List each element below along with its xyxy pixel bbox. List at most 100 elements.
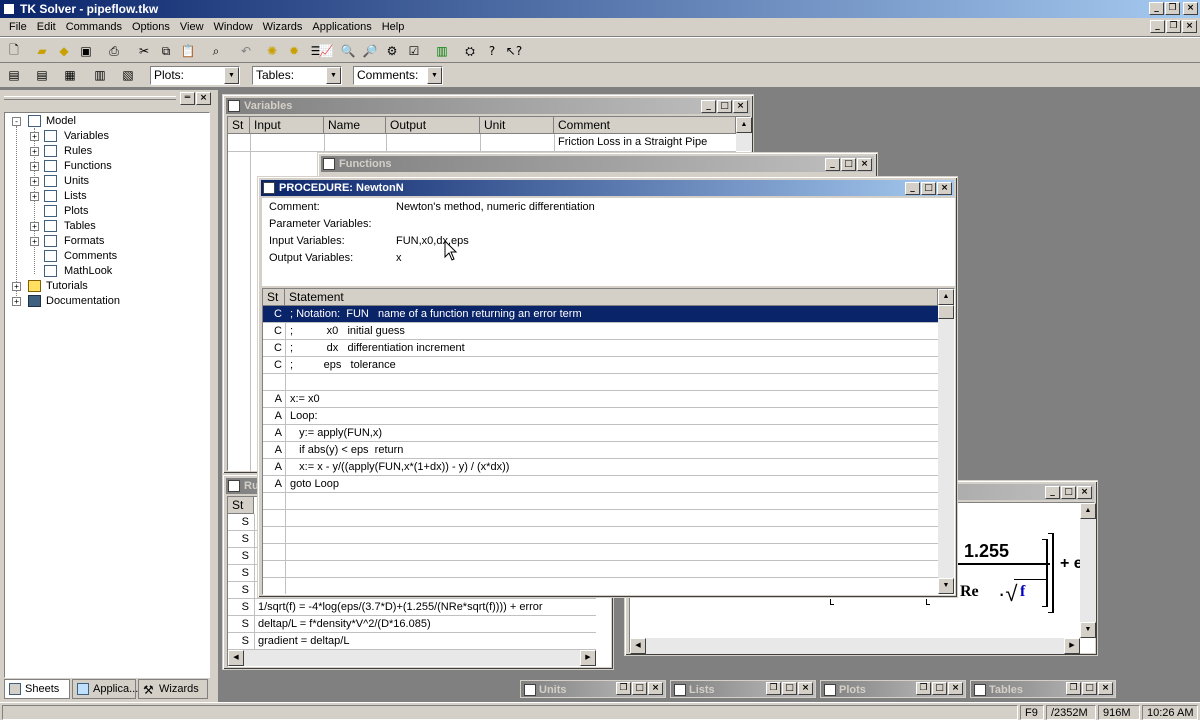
collapse-icon[interactable]: - [12, 117, 21, 126]
minimized-units-window[interactable]: Units ❐ □ × [520, 680, 666, 698]
menu-commands[interactable]: Commands [61, 18, 127, 36]
menu-edit[interactable]: Edit [32, 18, 61, 36]
menu-options[interactable]: Options [127, 18, 175, 36]
statement-text[interactable]: ; Notation: FUN name of a function retur… [290, 306, 582, 322]
scroll-down-icon[interactable]: ▼ [938, 578, 954, 594]
rules-hscrollbar[interactable]: ◀ ▶ [228, 650, 596, 666]
help-icon[interactable]: ? [482, 41, 502, 61]
output-variables-value[interactable]: x [396, 250, 402, 267]
statement-text[interactable]: x:= x - y/((apply(FUN,x*(1+dx)) - y) / (… [290, 459, 509, 475]
col-header-unit[interactable]: Unit [480, 117, 554, 134]
rule-text[interactable]: deltap/L = f*density*V^2/(D*16.085) [258, 616, 431, 632]
col-header-output[interactable]: Output [386, 117, 480, 134]
function-sheet-icon[interactable]: ▦ [60, 65, 80, 85]
expand-icon[interactable]: + [30, 132, 39, 141]
expand-icon[interactable]: + [30, 162, 39, 171]
rule-row[interactable]: Sdeltap/L = f*density*V^2/(D*16.085) [228, 616, 596, 633]
rule-text[interactable]: gradient = deltap/L [258, 633, 349, 649]
scroll-up-icon[interactable]: ▲ [1080, 503, 1096, 519]
expand-icon[interactable]: + [30, 222, 39, 231]
close-icon[interactable]: × [798, 682, 813, 695]
restore-icon[interactable]: ❐ [916, 682, 931, 695]
close-icon[interactable]: × [937, 182, 952, 195]
scroll-thumb[interactable] [938, 305, 954, 319]
maximize-icon[interactable]: □ [921, 182, 936, 195]
plots-dropdown[interactable]: Plots: ▼ [150, 66, 240, 85]
find-icon[interactable]: ⌕ [206, 41, 226, 61]
col-header-comment[interactable]: Comment [554, 117, 736, 134]
menu-wizards[interactable]: Wizards [258, 18, 308, 36]
chevron-down-icon[interactable]: ▼ [427, 67, 442, 84]
minimize-icon[interactable]: _ [701, 100, 716, 113]
examine-icon[interactable]: 🔎 [360, 41, 380, 61]
scroll-left-icon[interactable]: ◀ [630, 638, 646, 654]
mdi-close-icon[interactable]: × [1182, 20, 1197, 33]
statement-text[interactable]: ; dx differentiation increment [290, 340, 465, 356]
chart-icon[interactable]: 📈 [316, 41, 336, 61]
scroll-left-icon[interactable]: ◀ [228, 650, 244, 666]
close-icon[interactable]: × [948, 682, 963, 695]
comment-value[interactable]: Newton's method, numeric differentiation [396, 199, 595, 216]
restore-icon[interactable]: ❐ [1066, 682, 1081, 695]
col-header-statement[interactable]: Statement [285, 289, 938, 306]
statement-row[interactable]: C ; eps tolerance [263, 357, 938, 374]
expand-icon[interactable]: + [12, 282, 21, 291]
close-icon[interactable]: × [857, 158, 872, 171]
col-header-input[interactable]: Input [250, 117, 324, 134]
cut-icon[interactable]: ✂ [134, 41, 154, 61]
scroll-up-icon[interactable]: ▲ [938, 289, 954, 305]
statement-row[interactable]: C ; x0 initial guess [263, 323, 938, 340]
col-header-name[interactable]: Name [324, 117, 386, 134]
table-sheet-icon[interactable]: ▥ [90, 65, 110, 85]
pane-close-icon[interactable]: × [196, 92, 211, 105]
col-header-st[interactable]: St [263, 289, 285, 306]
maximize-icon[interactable]: □ [932, 682, 947, 695]
maximize-icon[interactable]: □ [782, 682, 797, 695]
close-icon[interactable]: × [1098, 682, 1113, 695]
menu-help[interactable]: Help [377, 18, 410, 36]
tab-sheets[interactable]: Sheets [4, 679, 70, 699]
menu-applications[interactable]: Applications [307, 18, 376, 36]
close-icon[interactable]: × [1183, 2, 1198, 15]
zoom-icon[interactable]: 🔍 [338, 41, 358, 61]
close-icon[interactable]: × [733, 100, 748, 113]
maximize-icon[interactable]: □ [717, 100, 732, 113]
maximize-icon[interactable]: □ [1061, 486, 1076, 499]
save-icon[interactable]: ▣ [76, 41, 96, 61]
statement-row[interactable]: C ; Notation: FUN name of a function retu… [263, 306, 938, 323]
menu-view[interactable]: View [175, 18, 209, 36]
mdi-minimize-icon[interactable]: _ [1150, 20, 1165, 33]
maximize-icon[interactable]: □ [841, 158, 856, 171]
rule-sheet-icon[interactable]: ▤ [32, 65, 52, 85]
col-header-st[interactable]: St [228, 497, 254, 514]
mathlook-hscrollbar[interactable]: ◀ ▶ [630, 638, 1080, 654]
statement-row[interactable]: C ; dx differentiation increment [263, 340, 938, 357]
statements-scrollbar[interactable]: ▲ ▼ [938, 289, 954, 594]
expand-icon[interactable]: + [12, 297, 21, 306]
minimize-icon[interactable]: _ [1045, 486, 1060, 499]
statement-row[interactable]: A x:= x - y/((apply(FUN,x*(1+dx)) - y) /… [263, 459, 938, 476]
statement-row[interactable]: Ax:= x0 [263, 391, 938, 408]
col-header-st[interactable]: St [228, 117, 250, 134]
rule-row[interactable]: S 1/sqrt(f) = -4*log(eps/(3.7*D)+(1.255/(… [228, 599, 596, 616]
scroll-up-icon[interactable]: ▲ [736, 117, 752, 133]
rule-row[interactable]: Sgradient = deltap/L [228, 633, 596, 650]
tab-applications[interactable]: Applica... [72, 679, 138, 699]
scroll-down-icon[interactable]: ▼ [1080, 622, 1096, 638]
pane-collapse-icon[interactable]: ═ [180, 92, 195, 105]
statement-row[interactable]: A y:= apply(FUN,x) [263, 425, 938, 442]
expand-icon[interactable]: + [30, 177, 39, 186]
iterate-icon[interactable]: ✹ [284, 41, 304, 61]
undo-icon[interactable]: ↶ [236, 41, 256, 61]
statement-text[interactable]: ; eps tolerance [290, 357, 396, 373]
copy-icon[interactable]: ⧉ [156, 41, 176, 61]
rule-text[interactable]: 1/sqrt(f) = -4*log(eps/(3.7*D)+(1.255/(N… [258, 599, 543, 615]
check-icon[interactable]: ☑ [404, 41, 424, 61]
menu-file[interactable]: File [4, 18, 32, 36]
paste-icon[interactable]: 📋 [178, 41, 198, 61]
minimized-lists-window[interactable]: Lists ❐ □ × [670, 680, 816, 698]
tables-dropdown[interactable]: Tables: ▼ [252, 66, 342, 85]
print-icon[interactable]: ⎙ [104, 41, 124, 61]
statement-text[interactable]: y:= apply(FUN,x) [290, 425, 382, 441]
chevron-down-icon[interactable]: ▼ [326, 67, 341, 84]
